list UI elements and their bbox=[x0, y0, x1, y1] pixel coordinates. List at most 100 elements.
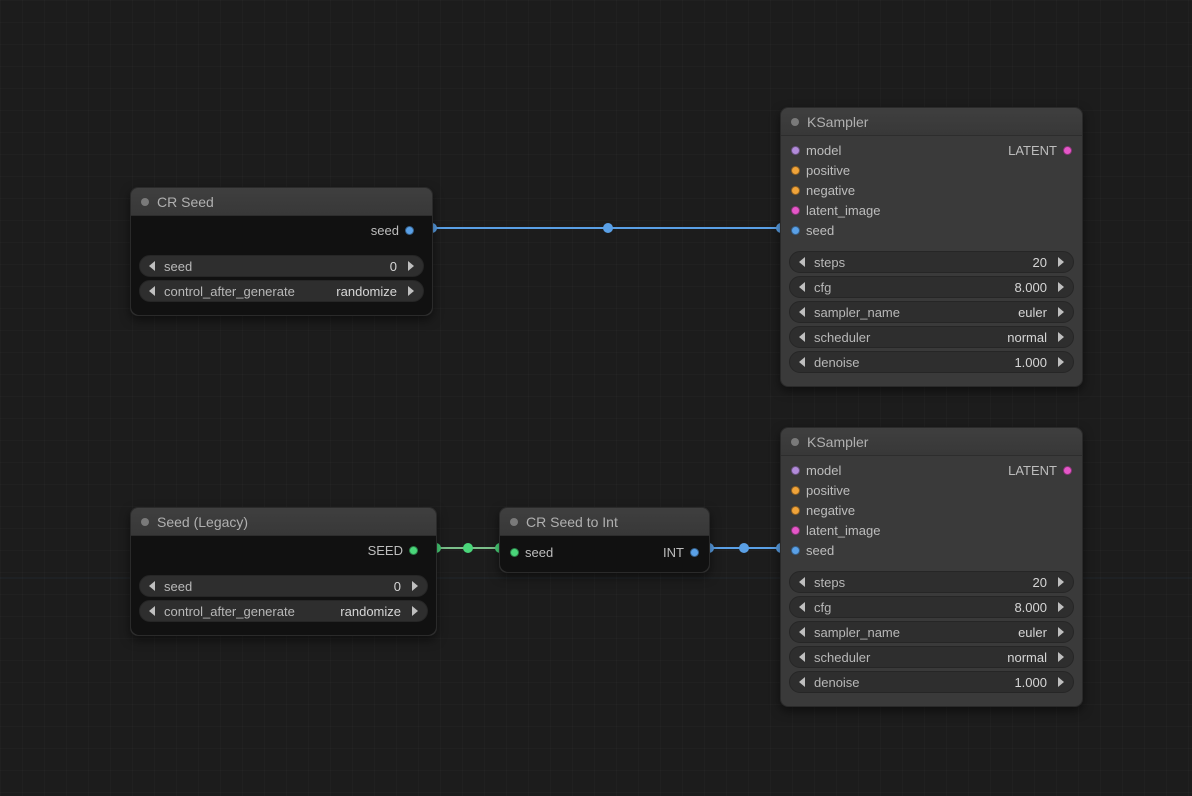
widget-value[interactable]: 8.000 bbox=[831, 280, 1051, 295]
input-port-latent-image[interactable]: latent_image bbox=[791, 520, 886, 540]
widget-cfg[interactable]: cfg 8.000 bbox=[789, 596, 1074, 618]
node-ksampler-2[interactable]: KSampler model positive negative latent_… bbox=[780, 427, 1083, 707]
decrement-arrow-icon[interactable] bbox=[144, 282, 162, 300]
node-header[interactable]: Seed (Legacy) bbox=[131, 508, 436, 536]
collapse-dot-icon[interactable] bbox=[791, 438, 799, 446]
node-header[interactable]: CR Seed bbox=[131, 188, 432, 216]
widget-value[interactable]: 0 bbox=[192, 579, 405, 594]
widget-value[interactable]: randomize bbox=[295, 604, 405, 619]
node-header[interactable]: KSampler bbox=[781, 428, 1082, 456]
input-port-seed[interactable]: seed bbox=[791, 540, 886, 560]
increment-arrow-icon[interactable] bbox=[1051, 353, 1069, 371]
port-dot-icon[interactable] bbox=[791, 526, 800, 535]
collapse-dot-icon[interactable] bbox=[510, 518, 518, 526]
increment-arrow-icon[interactable] bbox=[1051, 648, 1069, 666]
widget-value[interactable]: randomize bbox=[295, 284, 401, 299]
widget-control-after-generate[interactable]: control_after_generate randomize bbox=[139, 600, 428, 622]
increment-arrow-icon[interactable] bbox=[401, 257, 419, 275]
output-port-int[interactable]: INT bbox=[657, 542, 699, 562]
decrement-arrow-icon[interactable] bbox=[794, 253, 812, 271]
widget-sampler-name[interactable]: sampler_name euler bbox=[789, 621, 1074, 643]
port-dot-icon[interactable] bbox=[690, 548, 699, 557]
increment-arrow-icon[interactable] bbox=[1051, 573, 1069, 591]
output-port-latent[interactable]: LATENT bbox=[1002, 460, 1072, 480]
increment-arrow-icon[interactable] bbox=[1051, 598, 1069, 616]
widget-sampler-name[interactable]: sampler_name euler bbox=[789, 301, 1074, 323]
widget-value[interactable]: 1.000 bbox=[860, 355, 1051, 370]
decrement-arrow-icon[interactable] bbox=[794, 278, 812, 296]
input-port-positive[interactable]: positive bbox=[791, 160, 886, 180]
port-dot-icon[interactable] bbox=[409, 546, 418, 555]
port-dot-icon[interactable] bbox=[405, 226, 414, 235]
node-cr-seed-to-int[interactable]: CR Seed to Int seed INT bbox=[499, 507, 710, 573]
widget-value[interactable]: 1.000 bbox=[860, 675, 1051, 690]
port-dot-icon[interactable] bbox=[791, 166, 800, 175]
decrement-arrow-icon[interactable] bbox=[794, 673, 812, 691]
port-dot-icon[interactable] bbox=[791, 186, 800, 195]
port-dot-icon[interactable] bbox=[1063, 146, 1072, 155]
input-port-model[interactable]: model bbox=[791, 460, 886, 480]
widget-steps[interactable]: steps 20 bbox=[789, 251, 1074, 273]
port-dot-icon[interactable] bbox=[791, 546, 800, 555]
widget-denoise[interactable]: denoise 1.000 bbox=[789, 351, 1074, 373]
node-graph-canvas[interactable]: CR Seed seed seed 0 control_after_genera… bbox=[0, 0, 1192, 796]
port-dot-icon[interactable] bbox=[791, 486, 800, 495]
widget-value[interactable]: 20 bbox=[845, 255, 1051, 270]
collapse-dot-icon[interactable] bbox=[141, 198, 149, 206]
decrement-arrow-icon[interactable] bbox=[794, 648, 812, 666]
increment-arrow-icon[interactable] bbox=[401, 282, 419, 300]
port-dot-icon[interactable] bbox=[791, 146, 800, 155]
port-dot-icon[interactable] bbox=[791, 506, 800, 515]
decrement-arrow-icon[interactable] bbox=[144, 602, 162, 620]
widget-scheduler[interactable]: scheduler normal bbox=[789, 326, 1074, 348]
increment-arrow-icon[interactable] bbox=[1051, 328, 1069, 346]
increment-arrow-icon[interactable] bbox=[1051, 623, 1069, 641]
input-port-seed[interactable]: seed bbox=[791, 220, 886, 240]
increment-arrow-icon[interactable] bbox=[1051, 253, 1069, 271]
widget-control-after-generate[interactable]: control_after_generate randomize bbox=[139, 280, 424, 302]
decrement-arrow-icon[interactable] bbox=[794, 303, 812, 321]
collapse-dot-icon[interactable] bbox=[791, 118, 799, 126]
node-cr-seed[interactable]: CR Seed seed seed 0 control_after_genera… bbox=[130, 187, 433, 316]
decrement-arrow-icon[interactable] bbox=[144, 577, 162, 595]
collapse-dot-icon[interactable] bbox=[141, 518, 149, 526]
widget-value[interactable]: normal bbox=[870, 330, 1051, 345]
increment-arrow-icon[interactable] bbox=[1051, 303, 1069, 321]
decrement-arrow-icon[interactable] bbox=[794, 598, 812, 616]
widget-seed[interactable]: seed 0 bbox=[139, 255, 424, 277]
widget-seed[interactable]: seed 0 bbox=[139, 575, 428, 597]
widget-value[interactable]: euler bbox=[900, 305, 1051, 320]
input-port-negative[interactable]: negative bbox=[791, 500, 886, 520]
output-port-seed[interactable]: seed bbox=[141, 220, 422, 240]
input-port-negative[interactable]: negative bbox=[791, 180, 886, 200]
port-dot-icon[interactable] bbox=[791, 206, 800, 215]
port-dot-icon[interactable] bbox=[791, 226, 800, 235]
widget-denoise[interactable]: denoise 1.000 bbox=[789, 671, 1074, 693]
widget-cfg[interactable]: cfg 8.000 bbox=[789, 276, 1074, 298]
increment-arrow-icon[interactable] bbox=[1051, 673, 1069, 691]
port-dot-icon[interactable] bbox=[510, 548, 519, 557]
widget-value[interactable]: normal bbox=[870, 650, 1051, 665]
widget-scheduler[interactable]: scheduler normal bbox=[789, 646, 1074, 668]
decrement-arrow-icon[interactable] bbox=[794, 573, 812, 591]
decrement-arrow-icon[interactable] bbox=[794, 623, 812, 641]
increment-arrow-icon[interactable] bbox=[1051, 278, 1069, 296]
increment-arrow-icon[interactable] bbox=[405, 577, 423, 595]
increment-arrow-icon[interactable] bbox=[405, 602, 423, 620]
input-port-positive[interactable]: positive bbox=[791, 480, 886, 500]
input-port-seed[interactable]: seed bbox=[510, 542, 559, 562]
node-header[interactable]: CR Seed to Int bbox=[500, 508, 709, 536]
widget-steps[interactable]: steps 20 bbox=[789, 571, 1074, 593]
widget-value[interactable]: 8.000 bbox=[831, 600, 1051, 615]
decrement-arrow-icon[interactable] bbox=[144, 257, 162, 275]
widget-value[interactable]: 0 bbox=[192, 259, 401, 274]
node-header[interactable]: KSampler bbox=[781, 108, 1082, 136]
port-dot-icon[interactable] bbox=[1063, 466, 1072, 475]
widget-value[interactable]: 20 bbox=[845, 575, 1051, 590]
widget-value[interactable]: euler bbox=[900, 625, 1051, 640]
decrement-arrow-icon[interactable] bbox=[794, 353, 812, 371]
input-port-latent-image[interactable]: latent_image bbox=[791, 200, 886, 220]
decrement-arrow-icon[interactable] bbox=[794, 328, 812, 346]
node-seed-legacy[interactable]: Seed (Legacy) SEED seed 0 control_after_… bbox=[130, 507, 437, 636]
node-ksampler-1[interactable]: KSampler model positive negative latent_… bbox=[780, 107, 1083, 387]
